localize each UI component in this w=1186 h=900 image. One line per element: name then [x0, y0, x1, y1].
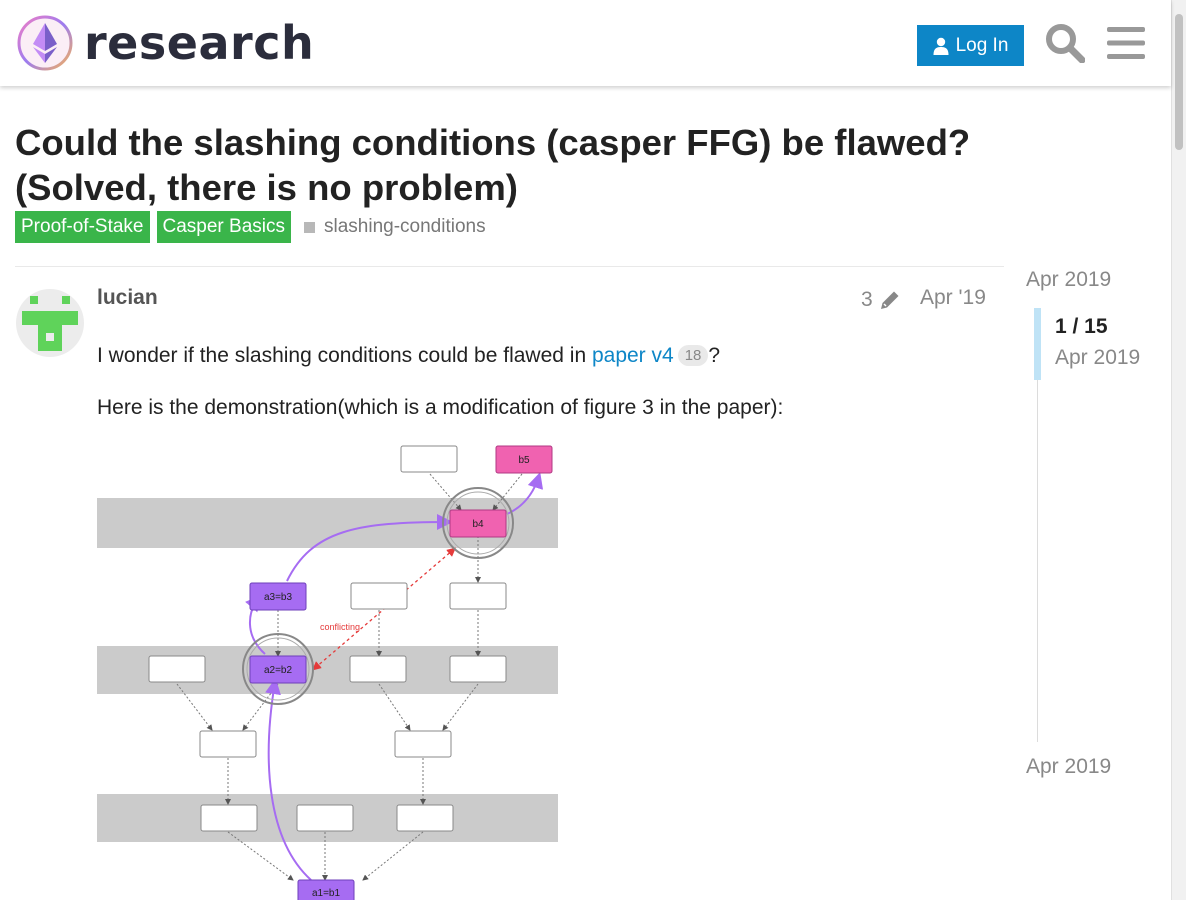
post-text: I wonder if the slashing conditions coul…: [97, 344, 592, 367]
scrollbar-thumb[interactable]: [1175, 14, 1183, 150]
post-date[interactable]: Apr '19: [920, 286, 986, 310]
post-username[interactable]: lucian: [97, 286, 158, 310]
tag-slashing-conditions[interactable]: slashing-conditions: [304, 216, 486, 238]
pencil-icon: [880, 291, 899, 309]
research-logo-icon[interactable]: [16, 14, 74, 72]
timeline-post-position: 1 / 15: [1055, 315, 1108, 338]
hamburger-menu-icon[interactable]: [1107, 27, 1145, 59]
post-figure-image[interactable]: conflicting b5 b4 a3=b3 a2=b2 a1=b1: [97, 440, 558, 900]
page-scrollbar[interactable]: [1171, 0, 1186, 900]
site-header: research Log In: [0, 0, 1171, 86]
link-click-count-badge: 18: [677, 345, 709, 366]
search-icon[interactable]: [1045, 23, 1085, 63]
topic-divider: [15, 266, 1004, 267]
site-name[interactable]: research: [84, 14, 314, 72]
block-a3-label: a3=b3: [264, 592, 293, 603]
block-b5-label: b5: [518, 455, 530, 466]
login-button-label: Log In: [955, 34, 1009, 56]
tag-square-icon: [304, 221, 315, 233]
user-icon: [933, 37, 949, 55]
category-badge-proof-of-stake[interactable]: Proof-of-Stake: [15, 211, 150, 243]
login-button[interactable]: Log In: [917, 25, 1024, 66]
conflicting-label: conflicting: [320, 622, 360, 632]
user-avatar[interactable]: [16, 289, 84, 357]
block-b4-label: b4: [472, 519, 484, 530]
post-edit-history[interactable]: 3: [861, 288, 901, 312]
post-paragraph-2: Here is the demonstration(which is a mod…: [97, 396, 784, 419]
topic-category-bar: Proof-of-Stake Casper Basics slashing-co…: [15, 211, 486, 243]
timeline-start-date[interactable]: Apr 2019: [1026, 268, 1111, 292]
post-text-end: ?: [708, 344, 721, 367]
category-badge-casper-basics[interactable]: Casper Basics: [156, 211, 291, 243]
edit-count: 3: [861, 288, 873, 311]
topic-title[interactable]: Could the slashing conditions (casper FF…: [15, 120, 1025, 210]
paper-link[interactable]: paper v4: [592, 344, 674, 367]
block-a2-label: a2=b2: [264, 665, 293, 676]
tag-label: slashing-conditions: [324, 216, 486, 237]
timeline-position-date: Apr 2019: [1055, 346, 1141, 369]
block-a1-label: a1=b1: [312, 888, 341, 899]
timeline-scroller-handle[interactable]: [1034, 308, 1041, 380]
timeline-end-date[interactable]: Apr 2019: [1026, 755, 1111, 779]
post-paragraph-1: I wonder if the slashing conditions coul…: [97, 344, 720, 368]
